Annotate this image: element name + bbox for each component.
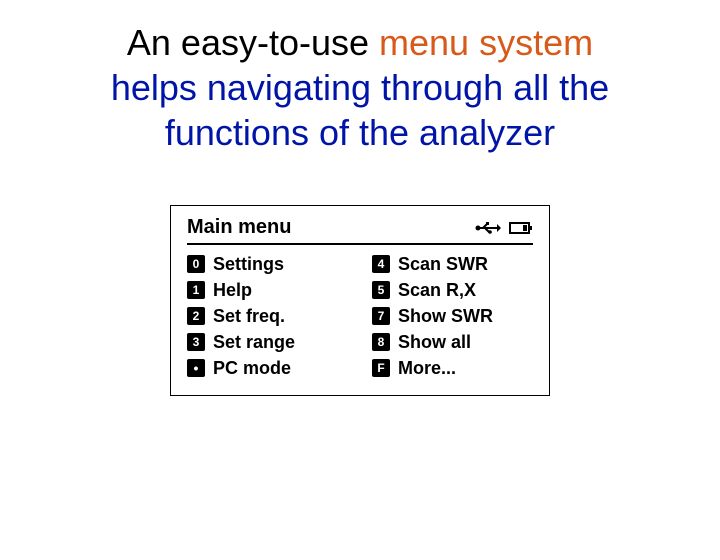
menu-label: Show SWR	[398, 305, 493, 327]
keycap-icon: F	[372, 359, 390, 377]
menu-label: Help	[213, 279, 252, 301]
menu-label: Settings	[213, 253, 284, 275]
menu-label: Scan SWR	[398, 253, 488, 275]
battery-icon	[509, 221, 533, 235]
keycap-icon: 3	[187, 333, 205, 351]
menu-item-show-all[interactable]: 8 Show all	[372, 331, 533, 353]
menu-label: Set range	[213, 331, 295, 353]
keycap-icon: 8	[372, 333, 390, 351]
status-icons	[475, 221, 533, 235]
lcd-title: Main menu	[187, 216, 291, 239]
menu-item-help[interactable]: 1 Help	[187, 279, 348, 301]
menu-item-pc-mode[interactable]: • PC mode	[187, 357, 348, 379]
menu-item-show-swr[interactable]: 7 Show SWR	[372, 305, 533, 327]
menu-column-right: 4 Scan SWR 5 Scan R,X 7 Show SWR 8 Show …	[372, 253, 533, 379]
keycap-icon: 0	[187, 255, 205, 273]
menu-item-set-freq[interactable]: 2 Set freq.	[187, 305, 348, 327]
lcd-header: Main menu	[187, 216, 533, 239]
menu-label: Scan R,X	[398, 279, 476, 301]
headline-accent: menu system	[379, 22, 593, 63]
lcd-frame: Main menu	[0, 205, 720, 396]
divider	[187, 243, 533, 245]
keycap-icon: 1	[187, 281, 205, 299]
usb-icon	[475, 221, 501, 235]
menu-column-left: 0 Settings 1 Help 2 Set freq. 3 Set rang…	[187, 253, 348, 379]
menu-label: Show all	[398, 331, 471, 353]
keycap-icon: 7	[372, 307, 390, 325]
menu-label: Set freq.	[213, 305, 285, 327]
menu-label: More...	[398, 357, 456, 379]
headline-part2: helps navigating through all the functio…	[111, 67, 609, 153]
keycap-icon: 2	[187, 307, 205, 325]
menu-item-settings[interactable]: 0 Settings	[187, 253, 348, 275]
headline: An easy-to-use menu system helps navigat…	[40, 20, 680, 155]
keycap-icon: •	[187, 359, 205, 377]
headline-part1a: An easy-to-use	[127, 22, 379, 63]
keycap-icon: 5	[372, 281, 390, 299]
lcd-screen: Main menu	[170, 205, 550, 396]
menu-item-set-range[interactable]: 3 Set range	[187, 331, 348, 353]
keycap-icon: 4	[372, 255, 390, 273]
menu-columns: 0 Settings 1 Help 2 Set freq. 3 Set rang…	[187, 253, 533, 379]
menu-item-more[interactable]: F More...	[372, 357, 533, 379]
menu-label: PC mode	[213, 357, 291, 379]
menu-item-scan-swr[interactable]: 4 Scan SWR	[372, 253, 533, 275]
menu-item-scan-rx[interactable]: 5 Scan R,X	[372, 279, 533, 301]
